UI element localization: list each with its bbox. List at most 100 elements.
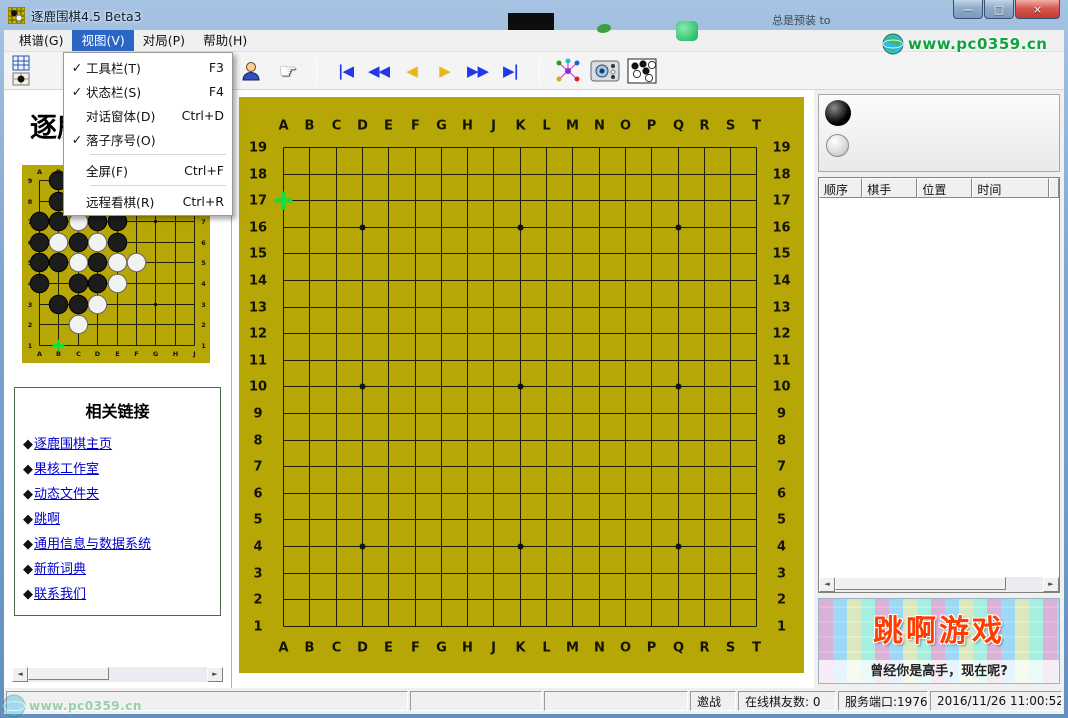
scrollbar-track[interactable]: [28, 667, 207, 682]
view-menu-item-2[interactable]: 对话窗体(D)Ctrl+D: [64, 103, 232, 127]
diamond-icon: ◆: [23, 537, 33, 552]
player-blue-icon[interactable]: [235, 55, 267, 87]
stones-pattern-icon[interactable]: [626, 55, 658, 87]
preview-board-coordinate-label: 4: [201, 280, 206, 288]
menu-shortcut: F3: [209, 60, 224, 75]
preview-board-coordinate-label: 2: [201, 321, 206, 329]
column-header-3[interactable]: 时间: [972, 178, 1049, 198]
nav-button-3[interactable]: ▶: [428, 62, 461, 80]
link-row: ◆新新词典: [15, 555, 220, 580]
hand-icon[interactable]: ☛: [272, 55, 304, 87]
window-title: 逐鹿围棋4.5 Beta3: [31, 6, 142, 25]
diamond-icon: ◆: [23, 587, 33, 602]
status-panel-5: 服务端口:1976: [838, 691, 928, 711]
scrollbar-thumb[interactable]: [28, 667, 109, 680]
menu-shortcut: F4: [209, 84, 224, 99]
sidebar-link-1[interactable]: 果核工作室: [34, 462, 99, 477]
ad-banner[interactable]: 跳啊游戏 曾经你是高手，现在呢?: [818, 598, 1060, 684]
menu-item-label: 对话窗体(D): [86, 106, 172, 125]
preview-board-coordinate-label: J: [193, 350, 195, 358]
close-button[interactable]: ×: [1015, 0, 1060, 19]
main-board-coordinate-label: 10: [772, 379, 790, 394]
column-header-2[interactable]: 位置: [917, 178, 972, 198]
main-board[interactable]: AABBCCDDEEFFGGHHJJKKLLMMNNOOPPQQRRSSTT19…: [239, 97, 804, 673]
board-tool-icons[interactable]: [12, 55, 30, 86]
menu-item-2[interactable]: 对局(P): [134, 30, 194, 51]
main-board-coordinate-label: Q: [673, 119, 684, 134]
right-panel: 顺序棋手位置时间 ◄ ► 跳啊游戏 曾经你是高手，现在呢?: [814, 90, 1064, 688]
column-header-1[interactable]: 棋手: [862, 178, 917, 198]
main-board-coordinate-label: 15: [249, 246, 267, 261]
black-stone-indicator: [825, 100, 851, 126]
toolbar-separator: [316, 58, 317, 84]
minimize-button[interactable]: —: [953, 0, 983, 19]
links-list: ◆逐鹿围棋主页◆果核工作室◆动态文件夹◆跳啊◆通用信息与数据系统◆新新词典◆联系…: [15, 430, 220, 605]
nav-button-1[interactable]: ◀◀: [362, 62, 395, 80]
move-list-header: 顺序棋手位置时间: [819, 178, 1059, 198]
sidebar-link-5[interactable]: 新新词典: [34, 562, 86, 577]
snapshot-icon[interactable]: [589, 55, 621, 87]
diamond-icon: ◆: [23, 437, 33, 452]
main-board-coordinate-label: A: [278, 119, 288, 134]
preview-board-coordinate-label: F: [134, 350, 138, 358]
main-board-coordinate-label: 9: [253, 406, 262, 421]
move-list-horizontal-scrollbar[interactable]: ◄ ►: [819, 577, 1059, 592]
menu-item-0[interactable]: 棋谱(G): [10, 30, 72, 51]
main-board-coordinate-label: S: [726, 119, 735, 134]
site-watermark-text: www.pc0359.cn: [908, 35, 1047, 53]
scrollbar-track[interactable]: [835, 577, 1043, 592]
move-list-body[interactable]: [819, 198, 1059, 577]
main-board-grid[interactable]: [239, 97, 804, 673]
scroll-left-icon[interactable]: ◄: [819, 577, 835, 592]
site-watermark-corner: www.pc0359.cn: [2, 694, 142, 718]
menu-item-1[interactable]: 视图(V): [72, 30, 133, 51]
main-board-coordinate-label: B: [305, 119, 315, 134]
menu-item-3[interactable]: 帮助(H): [194, 30, 256, 51]
main-board-coordinate-label: 5: [253, 512, 262, 527]
preview-board-coordinate-label: B: [56, 168, 61, 176]
nav-button-2[interactable]: ◀: [395, 62, 428, 80]
view-menu-dropdown: ✓工具栏(T)F3✓状态栏(S)F4对话窗体(D)Ctrl+D✓落子序号(O)全…: [63, 52, 233, 216]
diamond-icon: ◆: [23, 512, 33, 527]
view-menu-item-5[interactable]: 全屏(F)Ctrl+F: [64, 158, 232, 182]
status-panel-3[interactable]: 邀战: [690, 691, 736, 711]
preview-board-coordinate-label: 1: [201, 342, 206, 350]
view-menu-item-1[interactable]: ✓状态栏(S)F4: [64, 79, 232, 103]
sidebar-link-6[interactable]: 联系我们: [34, 587, 86, 602]
column-header-0[interactable]: 顺序: [819, 178, 862, 198]
view-menu-item-0[interactable]: ✓工具栏(T)F3: [64, 55, 232, 79]
link-row: ◆果核工作室: [15, 455, 220, 480]
sidebar-link-3[interactable]: 跳啊: [34, 512, 60, 527]
main-board-coordinate-label: K: [515, 640, 525, 655]
scroll-right-icon[interactable]: ►: [207, 667, 223, 682]
main-board-coordinate-label: 2: [777, 592, 786, 607]
scrollbar-thumb[interactable]: [835, 577, 1006, 590]
view-menu-item-7[interactable]: 远程看棋(R)Ctrl+R: [64, 189, 232, 213]
globe-icon: [882, 33, 904, 55]
main-board-coordinate-label: 4: [777, 539, 786, 554]
nav-button-5[interactable]: ▶|: [494, 62, 527, 80]
sidebar-link-2[interactable]: 动态文件夹: [34, 487, 99, 502]
view-menu-item-3[interactable]: ✓落子序号(O): [64, 127, 232, 151]
sidebar-link-4[interactable]: 通用信息与数据系统: [34, 537, 151, 552]
white-stone-indicator: [826, 134, 849, 157]
sidebar-horizontal-scrollbar[interactable]: ◄ ►: [12, 667, 223, 682]
nav-button-0[interactable]: |◀: [329, 62, 362, 80]
main-board-coordinate-label: R: [699, 640, 709, 655]
main-board-coordinate-label: O: [620, 640, 631, 655]
checkmark-icon: ✓: [68, 84, 86, 99]
menu-item-label: 落子序号(O): [86, 130, 214, 149]
scroll-right-icon[interactable]: ►: [1043, 577, 1059, 592]
network-icon[interactable]: [552, 55, 584, 87]
scroll-left-icon[interactable]: ◄: [12, 667, 28, 682]
site-watermark: www.pc0359.cn: [882, 33, 1047, 55]
preview-board-coordinate-label: 2: [28, 321, 33, 329]
menu-shortcut: Ctrl+R: [183, 194, 224, 209]
maximize-button[interactable]: □: [984, 0, 1014, 19]
nav-button-4[interactable]: ▶▶: [461, 62, 494, 80]
sidebar-link-0[interactable]: 逐鹿围棋主页: [34, 437, 112, 452]
main-board-coordinate-label: R: [699, 119, 709, 134]
main-board-coordinate-label: 10: [249, 379, 267, 394]
main-board-coordinate-label: 3: [777, 566, 786, 581]
main-board-coordinate-label: 11: [249, 353, 267, 368]
